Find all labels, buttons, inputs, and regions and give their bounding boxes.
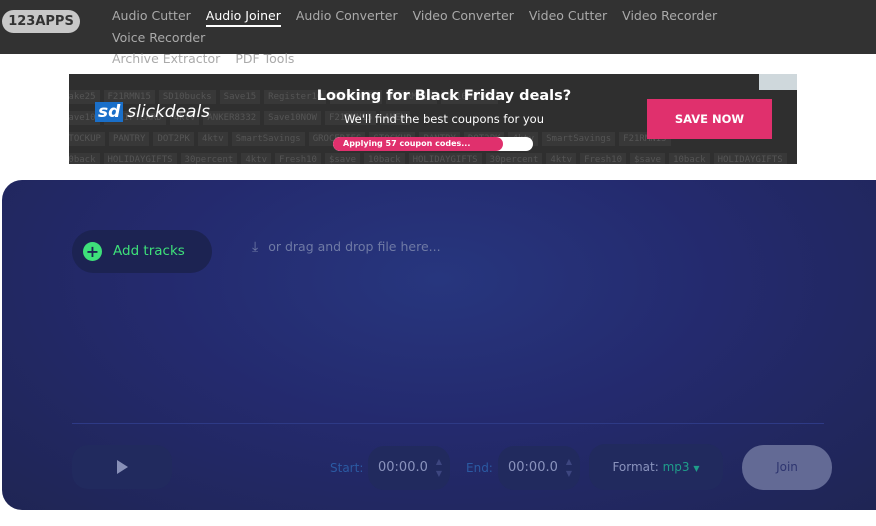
- coupon-code: 10back: [669, 153, 710, 164]
- coupon-code: 10back: [364, 153, 405, 164]
- format-select[interactable]: Format: mp3 ▼: [589, 444, 723, 490]
- coupon-code: 30percent: [485, 153, 543, 164]
- logo[interactable]: 123APPS: [2, 10, 80, 33]
- coupon-code: STOCKUP: [69, 132, 105, 146]
- coupon-code: SmartSavings: [542, 132, 616, 146]
- coupon-code: 4ktv: [241, 153, 272, 164]
- start-label: Start:: [330, 461, 364, 475]
- start-time-input[interactable]: 00:00.0 ▲ ▼: [368, 446, 450, 490]
- coupon-code: 30percent: [180, 153, 238, 164]
- coupon-code: Fresh10: [275, 153, 321, 164]
- stepper-arrows-icon[interactable]: ▲ ▼: [436, 456, 442, 480]
- slickdeals-logo: sd slickdeals: [95, 102, 210, 122]
- ad-progress-fill: Applying 57 coupon codes...: [333, 137, 503, 151]
- end-label: End:: [466, 461, 493, 475]
- ad-close-icon[interactable]: [759, 74, 797, 90]
- nav-voice-recorder[interactable]: Voice Recorder: [112, 27, 205, 48]
- drop-zone[interactable]: ⤓ or drag and drop file here...: [252, 239, 441, 255]
- nav-video-recorder[interactable]: Video Recorder: [622, 5, 717, 26]
- coupon-code: 10back: [69, 153, 100, 164]
- nav-audio-joiner[interactable]: Audio Joiner: [205, 7, 281, 27]
- nav-archive-extractor[interactable]: Archive Extractor: [112, 48, 220, 69]
- ad-subtitle: We'll find the best coupons for you: [343, 112, 545, 126]
- coupon-code: HOLIDAYGIFTS: [713, 153, 787, 164]
- coupon-code: DOT2PK: [153, 132, 194, 146]
- nav-video-cutter[interactable]: Video Cutter: [529, 5, 607, 26]
- coupon-code: $save: [630, 153, 666, 164]
- coupon-code: Fresh10: [580, 153, 626, 164]
- coupon-code: ANKER8332: [203, 111, 261, 125]
- divider: [72, 423, 824, 424]
- plus-icon: +: [83, 242, 102, 261]
- end-time-input[interactable]: 00:00.0 ▲ ▼: [498, 446, 580, 490]
- drop-hint: or drag and drop file here...: [268, 239, 441, 254]
- play-button[interactable]: [72, 445, 172, 489]
- ad-title: Looking for Black Friday deals?: [316, 88, 572, 104]
- join-button[interactable]: Join: [742, 445, 832, 490]
- coupon-code: PANTRY: [108, 132, 150, 146]
- ad-progress-bar: Applying 57 coupon codes...: [333, 137, 533, 151]
- coupon-code: HOLIDAYGIFTS: [408, 153, 482, 164]
- download-icon: ⤓: [252, 239, 259, 255]
- add-tracks-button[interactable]: + Add tracks: [72, 230, 212, 273]
- top-bar: 123APPS Audio Cutter Audio Joiner Audio Co…: [0, 0, 876, 66]
- nav-audio-cutter[interactable]: Audio Cutter: [112, 5, 191, 26]
- save-now-button[interactable]: SAVE NOW: [647, 99, 772, 139]
- joiner-panel: + Add tracks ⤓ or drag and drop file here.…: [2, 180, 876, 510]
- nav-pdf-tools[interactable]: PDF Tools: [235, 48, 294, 69]
- app-nav: Audio Cutter Audio Joiner Audio Converter V…: [112, 5, 792, 69]
- coupon-code: 4ktv: [197, 132, 228, 146]
- coupon-code: HOLIDAYGIFTS: [103, 153, 177, 164]
- coupon-code: Save15: [219, 90, 261, 104]
- add-tracks-label: Add tracks: [113, 243, 185, 259]
- coupon-code: SmartSavings: [231, 132, 305, 146]
- nav-audio-converter[interactable]: Audio Converter: [296, 5, 398, 26]
- nav-video-converter[interactable]: Video Converter: [413, 5, 514, 26]
- coupon-code: 4ktv: [546, 153, 577, 164]
- stepper-arrows-icon[interactable]: ▲ ▼: [566, 456, 572, 480]
- ad-banner[interactable]: Fake25F21RMN15SD10bucksSave15Register10G…: [69, 74, 797, 164]
- coupon-code: $save: [324, 153, 361, 164]
- chevron-down-icon: ▼: [693, 464, 700, 473]
